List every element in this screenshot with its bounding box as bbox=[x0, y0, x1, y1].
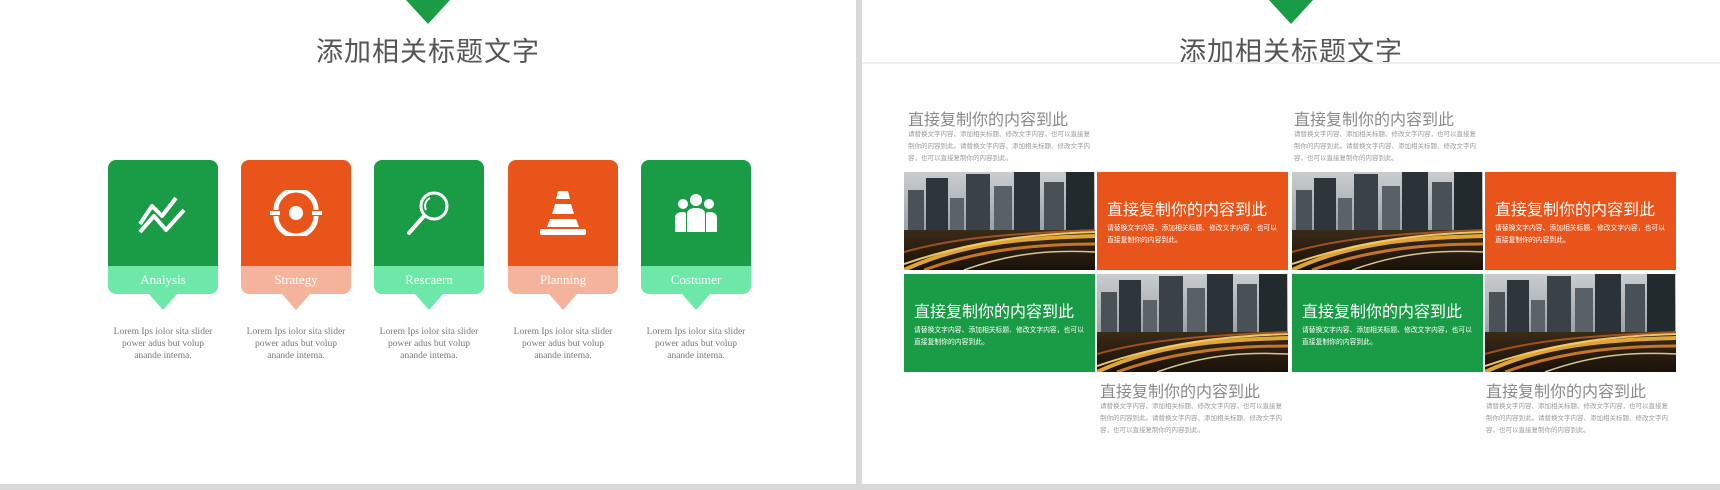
card-label: Strategy bbox=[241, 266, 351, 310]
card-icon-area bbox=[374, 160, 484, 266]
text-block-title: 直接复制你的内容到此 bbox=[1294, 110, 1455, 129]
card-description: Lorem Ips iolor sita slider power adus b… bbox=[113, 327, 213, 361]
top-triangle-marker bbox=[406, 0, 450, 24]
card-strategy[interactable]: Strategy bbox=[241, 160, 351, 310]
green-text-tile: 直接复制你的内容到此 请替换文字内容、添加相关标题、修改文字内容，也可以直接复制… bbox=[1292, 274, 1483, 372]
card-analysis[interactable]: Analysis bbox=[108, 160, 218, 310]
card-planning[interactable]: Planning bbox=[508, 160, 618, 310]
card-description: Lorem Ips iolor sita slider power adus b… bbox=[646, 327, 746, 361]
text-block-title: 直接复制你的内容到此 bbox=[1100, 382, 1261, 401]
slide-title: 添加相关标题文字 bbox=[316, 37, 540, 68]
text-block-body: 请替换文字内容、添加相关标题、修改文字内容，也可以直接复制你的内容到此。请替换文… bbox=[1100, 402, 1282, 434]
tile-title: 直接复制你的内容到此 bbox=[914, 302, 1075, 321]
city-photo bbox=[1292, 172, 1483, 270]
people-group-icon bbox=[670, 192, 722, 234]
orange-text-tile: 直接复制你的内容到此 请替换文字内容、添加相关标题、修改文字内容，也可以直接复制… bbox=[1485, 172, 1676, 270]
tile-title: 直接复制你的内容到此 bbox=[1495, 200, 1656, 219]
card-icon-area bbox=[641, 160, 751, 266]
card-icon-area bbox=[241, 160, 351, 266]
magnifier-icon bbox=[404, 188, 454, 238]
city-photo bbox=[1097, 274, 1288, 372]
trend-line-icon bbox=[136, 190, 190, 236]
title-divider bbox=[862, 62, 1720, 64]
text-block-body: 请替换文字内容、添加相关标题、修改文字内容，也可以直接复制你的内容到此。请替换文… bbox=[908, 130, 1090, 162]
text-block-title: 直接复制你的内容到此 bbox=[908, 110, 1069, 129]
text-block-body: 请替换文字内容、添加相关标题、修改文字内容，也可以直接复制你的内容到此。请替换文… bbox=[1486, 402, 1668, 434]
slide-left: 添加相关标题文字 Analysis Lorem Ips iolor sita s… bbox=[0, 0, 856, 484]
card-icon-area bbox=[108, 160, 218, 266]
tile-body: 请替换文字内容、添加相关标题、修改文字内容，也可以直接复制你的内容到此。 bbox=[1495, 224, 1665, 244]
city-photo bbox=[904, 172, 1095, 270]
card-description: Lorem Ips iolor sita slider power adus b… bbox=[379, 327, 479, 361]
card-research[interactable]: Rescaern bbox=[374, 160, 484, 310]
text-block-body: 请替换文字内容、添加相关标题、修改文字内容，也可以直接复制你的内容到此。请替换文… bbox=[1294, 130, 1476, 162]
slide-right: 添加相关标题文字 直接复制你的内容到此 请替换文字内容、添加相关标题、修改文字内… bbox=[862, 0, 1720, 484]
text-block-title: 直接复制你的内容到此 bbox=[1486, 382, 1647, 401]
card-description: Lorem Ips iolor sita slider power adus b… bbox=[246, 327, 346, 361]
card-label: Costumer bbox=[641, 266, 751, 310]
card-label: Analysis bbox=[108, 266, 218, 310]
green-text-tile: 直接复制你的内容到此 请替换文字内容、添加相关标题、修改文字内容，也可以直接复制… bbox=[904, 274, 1095, 372]
traffic-cone-icon bbox=[538, 189, 588, 237]
city-photo bbox=[1485, 274, 1676, 372]
tile-body: 请替换文字内容、添加相关标题、修改文字内容，也可以直接复制你的内容到此。 bbox=[914, 326, 1084, 346]
card-description: Lorem Ips iolor sita slider power adus b… bbox=[513, 327, 613, 361]
card-icon-area bbox=[508, 160, 618, 266]
card-label: Rescaern bbox=[374, 266, 484, 310]
top-triangle-marker bbox=[1269, 0, 1313, 24]
tile-title: 直接复制你的内容到此 bbox=[1302, 302, 1463, 321]
eye-target-icon bbox=[270, 190, 322, 236]
tile-body: 请替换文字内容、添加相关标题、修改文字内容，也可以直接复制你的内容到此。 bbox=[1302, 326, 1472, 346]
card-label: Planning bbox=[508, 266, 618, 310]
tile-body: 请替换文字内容、添加相关标题、修改文字内容，也可以直接复制你的内容到此。 bbox=[1107, 224, 1277, 244]
tile-title: 直接复制你的内容到此 bbox=[1107, 200, 1268, 219]
card-customer[interactable]: Costumer bbox=[641, 160, 751, 310]
orange-text-tile: 直接复制你的内容到此 请替换文字内容、添加相关标题、修改文字内容，也可以直接复制… bbox=[1097, 172, 1288, 270]
